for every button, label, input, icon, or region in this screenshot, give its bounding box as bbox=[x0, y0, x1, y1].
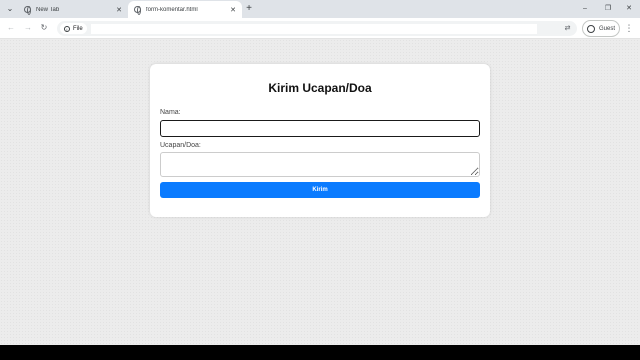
tab-form-komentar[interactable]: form-komentar.html ✕ bbox=[128, 1, 242, 18]
submit-button[interactable]: Kirim bbox=[160, 182, 480, 198]
info-icon: i bbox=[64, 25, 70, 32]
globe-icon bbox=[134, 6, 141, 15]
tab-title: New Tab bbox=[36, 6, 60, 13]
close-tab-icon[interactable]: ✕ bbox=[228, 6, 238, 14]
close-tab-icon[interactable]: ✕ bbox=[114, 6, 124, 14]
reload-icon[interactable]: ↻ bbox=[38, 22, 50, 34]
kebab-menu-icon[interactable]: ⋮ bbox=[624, 22, 634, 34]
new-tab-button[interactable]: + bbox=[243, 2, 255, 16]
name-label: Nama: bbox=[160, 109, 181, 116]
minimize-button[interactable]: – bbox=[578, 2, 592, 15]
message-textarea[interactable] bbox=[160, 152, 480, 177]
back-arrow-icon[interactable]: ← bbox=[5, 22, 17, 34]
taskbar bbox=[0, 345, 640, 360]
tab-title: form-komentar.html bbox=[146, 6, 198, 13]
restore-button[interactable]: ❐ bbox=[601, 2, 615, 15]
site-info-chip[interactable]: i File bbox=[60, 23, 87, 34]
forward-arrow-icon[interactable]: → bbox=[22, 22, 34, 34]
site-info-label: File bbox=[73, 25, 83, 32]
form-title: Kirim Ucapan/Doa bbox=[268, 81, 372, 95]
url-text[interactable] bbox=[91, 24, 537, 34]
message-label: Ucapan/Doa: bbox=[160, 142, 201, 149]
profile-button[interactable]: Guest bbox=[582, 20, 620, 37]
name-input[interactable] bbox=[160, 120, 480, 137]
translate-icon[interactable]: ⇄ bbox=[562, 23, 573, 34]
tab-new-tab[interactable]: New Tab ✕ bbox=[18, 1, 128, 18]
guest-avatar-icon bbox=[587, 24, 595, 33]
page-viewport: Kirim Ucapan/Doa Nama: Ucapan/Doa: Kirim bbox=[0, 39, 640, 345]
globe-icon bbox=[24, 6, 31, 15]
tab-strip: ⌄ New Tab ✕ form-komentar.html ✕ + – ❐ ✕ bbox=[0, 0, 640, 18]
profile-label: Guest bbox=[599, 25, 616, 32]
address-bar[interactable]: i File ⇄ bbox=[57, 21, 577, 36]
comment-form-card: Kirim Ucapan/Doa Nama: Ucapan/Doa: Kirim bbox=[150, 64, 490, 217]
close-window-button[interactable]: ✕ bbox=[622, 2, 636, 15]
browser-toolbar: ← → ↻ i File ⇄ Guest ⋮ bbox=[0, 18, 640, 39]
tab-search-icon[interactable]: ⌄ bbox=[4, 3, 16, 15]
